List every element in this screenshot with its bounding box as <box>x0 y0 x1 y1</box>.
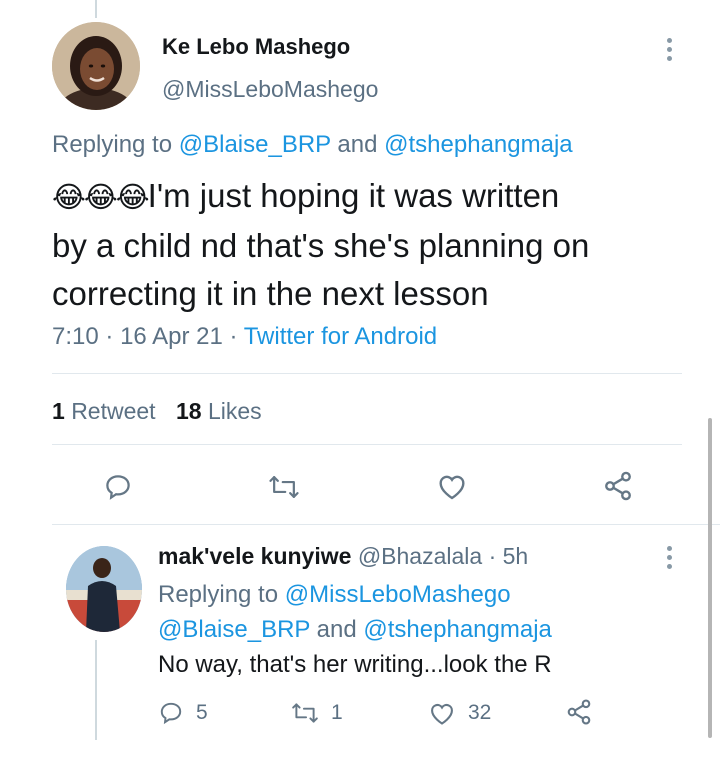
display-name[interactable]: Ke Lebo Mashego <box>162 34 350 60</box>
user-handle[interactable]: @MissLeboMashego <box>162 76 378 103</box>
like-action[interactable]: 32 <box>428 700 491 726</box>
reply-count: 5 <box>196 701 208 724</box>
retweets-stat[interactable]: 1 Retweet <box>52 398 162 424</box>
replying-to: Replying to @MissLeboMashego @Blaise_BRP… <box>158 577 552 647</box>
thread-line <box>95 640 97 740</box>
retweet-icon[interactable] <box>268 472 300 507</box>
likes-label: Likes <box>207 398 262 424</box>
emoji: 😂😂😂 <box>52 182 150 214</box>
source-link[interactable]: Twitter for Android <box>244 323 437 350</box>
mention-link[interactable]: @tshephangmaja <box>363 616 551 643</box>
separator: · <box>229 323 238 350</box>
reply-action[interactable]: 5 <box>158 700 208 726</box>
tweet-age: 5h <box>502 543 529 569</box>
user-handle[interactable]: @Bhazalala <box>358 543 482 569</box>
scrollbar[interactable] <box>708 418 712 738</box>
reply-icon[interactable] <box>103 472 133 507</box>
thread-line-top <box>95 0 97 18</box>
like-icon[interactable] <box>428 700 456 726</box>
engagement-stats: 1 Retweet 18 Likes <box>52 398 262 425</box>
more-icon[interactable] <box>667 38 673 65</box>
tweet-text-line: I'm just hoping it was written <box>147 177 560 214</box>
separator: · <box>488 543 497 569</box>
share-icon[interactable] <box>602 470 634 507</box>
mention-link[interactable]: @Blaise_BRP <box>179 131 331 158</box>
divider <box>52 524 720 525</box>
share-action[interactable] <box>565 698 593 731</box>
tweet-date: 16 Apr 21 <box>120 323 223 350</box>
tweet-text: 😂😂😂I'm just hoping it was written by a c… <box>52 172 702 318</box>
share-icon[interactable] <box>565 698 593 726</box>
and-word: and <box>316 616 357 643</box>
tweet-line: 😂😂😂I'm just hoping it was written <box>52 172 702 222</box>
tweet-text-line: by a child nd that's she's planning on <box>52 227 590 264</box>
replying-label: Replying to <box>158 581 279 608</box>
and-word: and <box>337 131 378 158</box>
reply-text: No way, that's her writing...look the R <box>158 651 552 678</box>
retweets-count: 1 <box>52 398 65 424</box>
tweet-text-line: correcting it in the next lesson <box>52 275 489 312</box>
replying-line: @Blaise_BRP and @tshephangmaja <box>158 612 552 647</box>
tweet-meta: 7:10 · 16 Apr 21 · Twitter for Android <box>52 323 437 351</box>
replying-line: Replying to @MissLeboMashego <box>158 577 552 612</box>
avatar[interactable] <box>52 22 140 110</box>
more-icon[interactable] <box>667 546 673 573</box>
avatar[interactable] <box>66 546 142 632</box>
divider <box>52 444 682 445</box>
reply-icon[interactable] <box>158 700 184 726</box>
display-name[interactable]: mak'vele kunyiwe <box>158 543 351 569</box>
likes-count: 18 <box>175 398 202 424</box>
retweets-label: Retweet <box>71 398 156 424</box>
retweet-icon[interactable] <box>291 700 319 726</box>
reply-header: mak'vele kunyiwe @Bhazalala · 5h <box>158 543 528 570</box>
tweet-time: 7:10 <box>52 323 99 350</box>
replying-label: Replying to <box>52 131 173 158</box>
replying-to: Replying to @Blaise_BRP and @tshephangma… <box>52 131 573 159</box>
mention-link[interactable]: @MissLeboMashego <box>285 581 511 608</box>
retweet-count: 1 <box>331 701 343 724</box>
retweet-action[interactable]: 1 <box>291 700 343 726</box>
separator: · <box>105 323 114 350</box>
like-count: 32 <box>468 701 492 724</box>
mention-link[interactable]: @tshephangmaja <box>384 131 572 158</box>
divider <box>52 373 682 374</box>
likes-stat[interactable]: 18 Likes <box>176 398 262 424</box>
like-icon[interactable] <box>436 471 468 506</box>
mention-link[interactable]: @Blaise_BRP <box>158 616 310 643</box>
